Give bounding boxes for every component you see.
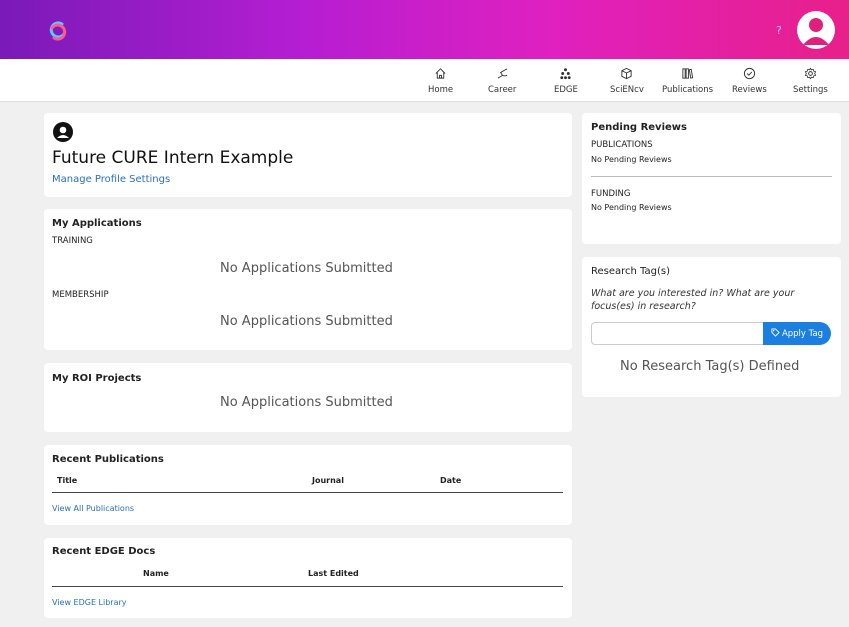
funding-reviews-label: FUNDING <box>591 189 631 199</box>
column-header-date: Date <box>440 476 462 485</box>
research-tags-empty-message: No Research Tag(s) Defined <box>620 359 800 374</box>
recent-publications-card: Recent Publications Title Journal Date V… <box>44 445 572 525</box>
publications-title: Recent Publications <box>52 454 164 465</box>
career-icon <box>496 67 509 85</box>
manage-profile-link[interactable]: Manage Profile Settings <box>52 174 170 185</box>
nav-reviews[interactable]: Reviews <box>732 67 767 95</box>
nav-publications[interactable]: Publications <box>662 67 713 95</box>
nav-edge-label: EDGE <box>554 85 578 95</box>
training-empty-message: No Applications Submitted <box>220 261 393 276</box>
membership-label: MEMBERSHIP <box>52 290 109 300</box>
section-divider <box>591 176 832 177</box>
table-divider <box>52 492 563 493</box>
apply-tag-label: Apply Tag <box>781 328 824 339</box>
nav-career-label: Career <box>488 85 517 95</box>
column-header-last-edited: Last Edited <box>308 569 359 578</box>
roi-empty-message: No Applications Submitted <box>220 395 393 410</box>
tag-icon <box>771 327 780 340</box>
column-header-name: Name <box>143 569 169 578</box>
profile-name: Future CURE Intern Example <box>52 148 294 168</box>
research-tags-title: Research Tag(s) <box>591 266 670 277</box>
recent-edge-docs-card: Recent EDGE Docs Name Last Edited View E… <box>44 538 572 618</box>
nav-sciencv[interactable]: SciENcv <box>610 67 644 95</box>
publications-reviews-empty: No Pending Reviews <box>591 155 672 164</box>
nav-reviews-label: Reviews <box>732 85 767 95</box>
edge-icon <box>559 67 572 85</box>
help-button[interactable]: ? <box>776 24 782 37</box>
applications-title: My Applications <box>52 218 142 229</box>
apply-tag-button[interactable]: Apply Tag <box>763 322 831 345</box>
publications-reviews-label: PUBLICATIONS <box>591 140 653 150</box>
books-icon <box>681 67 694 85</box>
column-header-title: Title <box>57 476 78 485</box>
view-all-publications-link[interactable]: View All Publications <box>52 504 134 513</box>
research-tag-input[interactable] <box>591 322 764 345</box>
home-icon <box>434 67 447 85</box>
pending-reviews-title: Pending Reviews <box>591 122 687 133</box>
top-bar: ? <box>0 0 849 59</box>
research-tags-card: Research Tag(s) What are you interested … <box>582 257 841 397</box>
pending-reviews-card: Pending Reviews PUBLICATIONS No Pending … <box>582 113 841 244</box>
roi-title: My ROI Projects <box>52 373 142 384</box>
nav-edge[interactable]: EDGE <box>554 67 578 95</box>
nav-publications-label: Publications <box>662 85 714 95</box>
membership-empty-message: No Applications Submitted <box>220 314 393 329</box>
table-divider <box>52 586 563 587</box>
view-edge-library-link[interactable]: View EDGE Library <box>52 598 127 607</box>
app-logo-icon[interactable] <box>47 20 69 42</box>
user-avatar[interactable] <box>797 11 835 49</box>
training-label: TRAINING <box>52 236 93 246</box>
applications-card: My Applications TRAINING No Applications… <box>44 209 572 350</box>
nav-career[interactable]: Career <box>488 67 516 95</box>
roi-projects-card: My ROI Projects No Applications Submitte… <box>44 363 572 432</box>
nav-settings-label: Settings <box>793 85 828 95</box>
nav-sciencv-label: SciENcv <box>610 85 644 95</box>
main-nav: Home Career EDGE SciENcv Publications Re… <box>0 59 849 102</box>
research-tags-prompt: What are you interested in? What are you… <box>591 288 795 312</box>
profile-avatar-icon <box>53 122 73 142</box>
check-circle-icon <box>743 67 756 85</box>
column-header-journal: Journal <box>312 476 344 485</box>
profile-card: Future CURE Intern Example Manage Profil… <box>44 113 572 197</box>
nav-home-label: Home <box>428 85 454 95</box>
nav-settings[interactable]: Settings <box>793 67 828 95</box>
nav-home[interactable]: Home <box>428 67 453 95</box>
cube-icon <box>620 67 633 85</box>
funding-reviews-empty: No Pending Reviews <box>591 203 672 212</box>
gear-icon <box>804 67 817 85</box>
edge-docs-title: Recent EDGE Docs <box>52 546 156 557</box>
